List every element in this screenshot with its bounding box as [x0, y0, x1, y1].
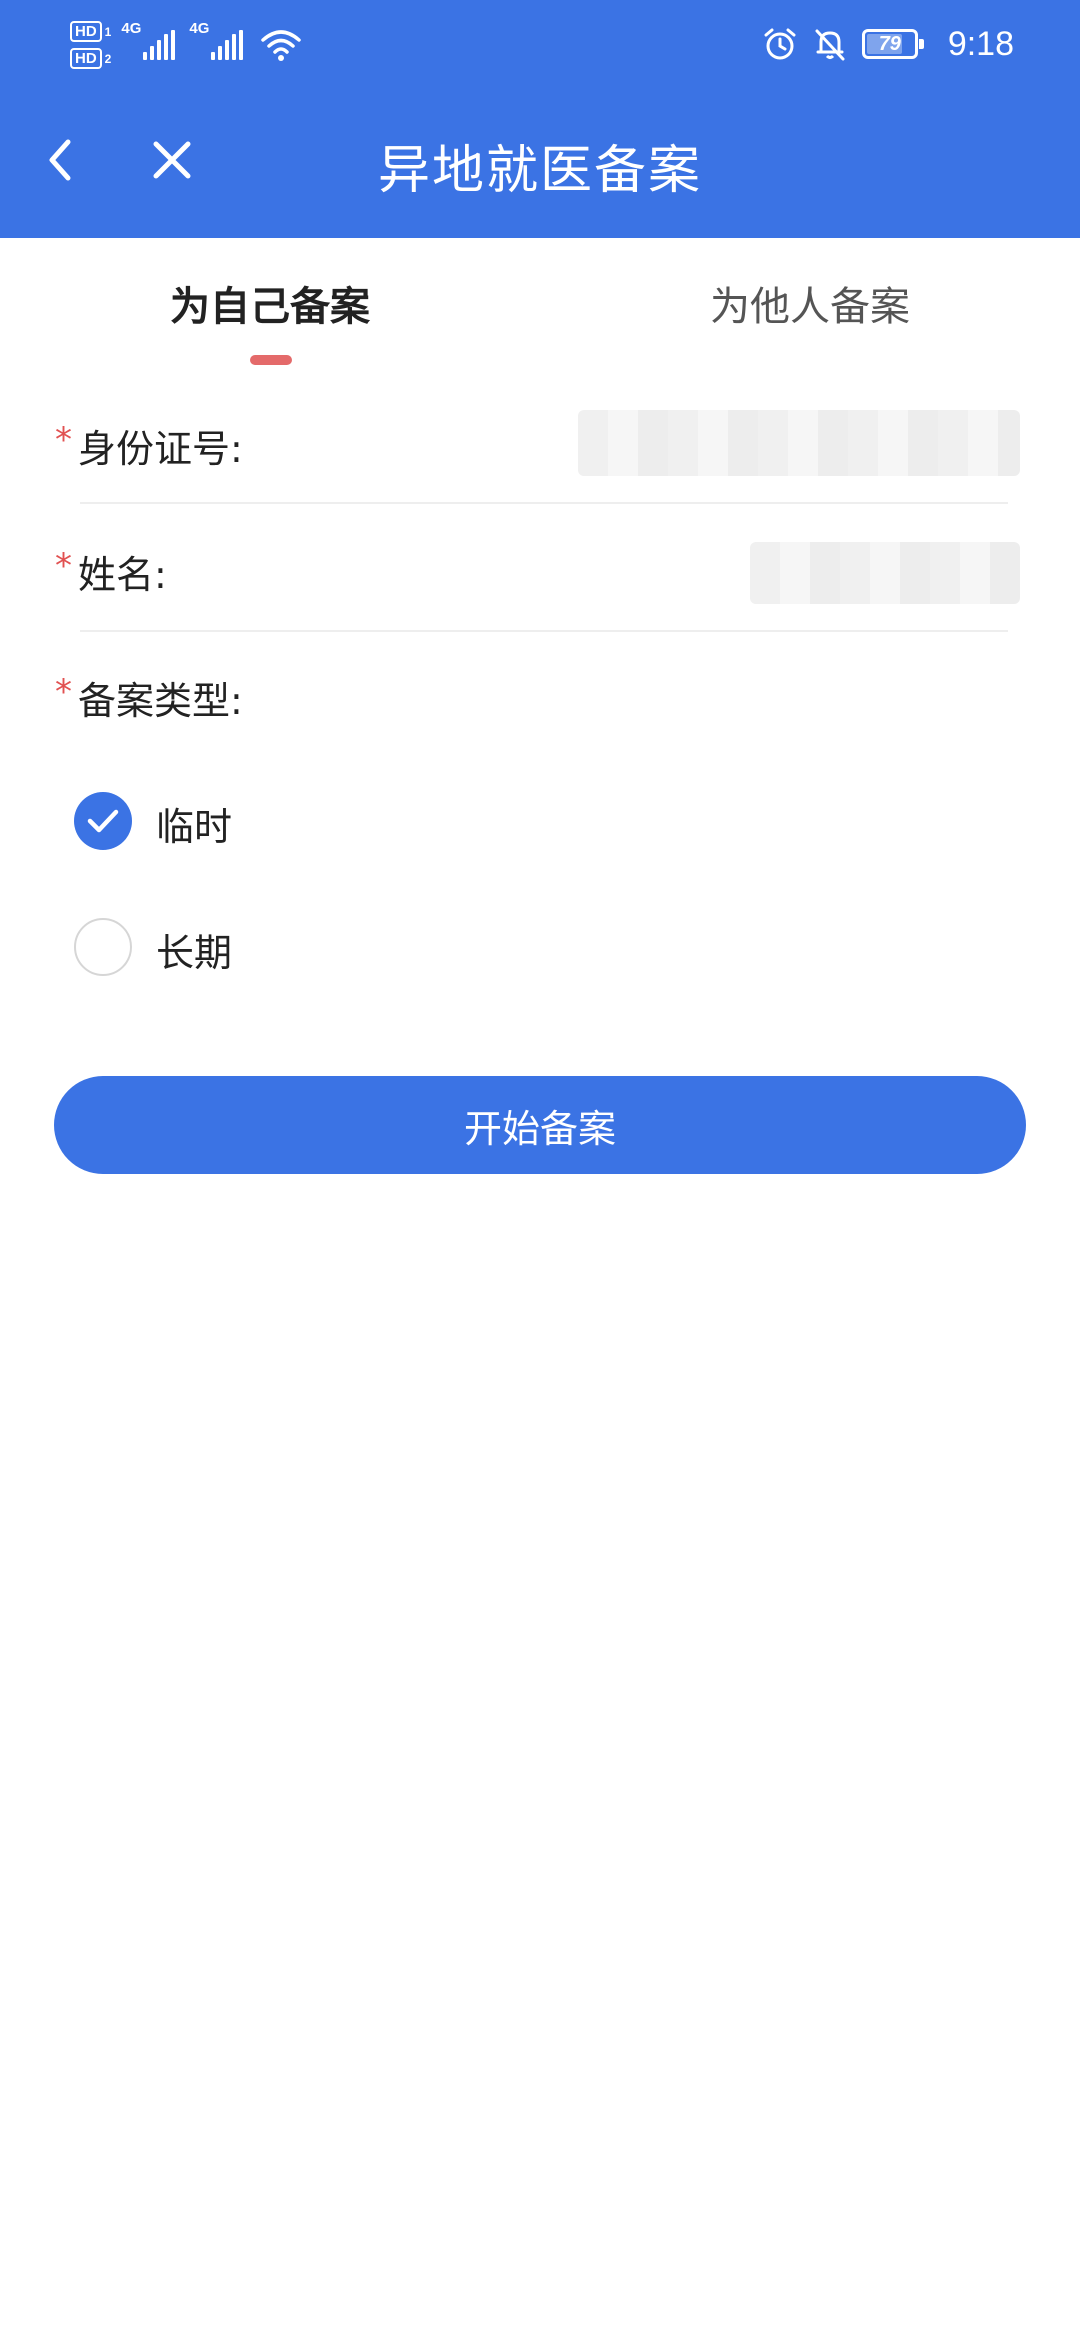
tab-for-self[interactable]: 为自己备案: [170, 274, 370, 332]
radio-label-temporary: 临时: [156, 805, 233, 849]
tab-bar: 为自己备案 为他人备案: [0, 238, 1080, 378]
divider: [80, 630, 1008, 632]
radio-label-long-term: 长期: [156, 931, 233, 975]
filing-type-label: 备案类型:: [78, 679, 243, 723]
hd-row-2: HD 2: [70, 48, 111, 69]
signal-icon: [211, 30, 244, 60]
id-number-row: * 身份证号:: [0, 400, 1080, 504]
hd-badge-1: HD: [70, 21, 102, 42]
radio-option-long-term[interactable]: 长期: [0, 908, 1080, 988]
status-bar-left: HD 1 HD 2 4G 4G: [70, 14, 302, 76]
hd-badge-2-sub: 2: [104, 51, 112, 66]
radio-unchecked[interactable]: [74, 918, 132, 976]
name-label: 姓名:: [78, 553, 167, 597]
required-mark: *: [55, 672, 72, 712]
wifi-icon: [261, 30, 302, 61]
hd-badge-2: HD: [70, 48, 102, 69]
tab-for-others[interactable]: 为他人备案: [710, 274, 910, 332]
network-type-1: 4G: [121, 20, 142, 37]
start-filing-button[interactable]: 开始备案: [54, 1076, 1026, 1174]
battery-icon: 79: [861, 29, 924, 59]
network-type-2: 4G: [189, 20, 210, 37]
page-title: 异地就医备案: [377, 141, 702, 201]
check-icon: [87, 809, 119, 833]
hd-badge-1-sub: 1: [104, 24, 112, 39]
required-mark: *: [55, 546, 72, 586]
status-bar-right: 79 9:18: [762, 0, 1014, 88]
radio-checked[interactable]: [74, 792, 132, 850]
hd-row-1: HD 1: [70, 21, 111, 42]
tab-active-indicator: [250, 355, 292, 365]
id-number-field[interactable]: [578, 410, 1020, 476]
required-mark: *: [55, 420, 72, 460]
page: HD 1 HD 2 4G 4G 79 9:18 异地就医备案 为自己备案 为他人…: [0, 0, 1080, 2340]
nav-bar: 异地就医备案: [0, 88, 1080, 238]
radio-option-temporary[interactable]: 临时: [0, 782, 1080, 862]
status-time: 9:18: [947, 24, 1014, 63]
bell-muted-icon: [815, 29, 845, 61]
status-bar: HD 1 HD 2 4G 4G 79 9:18: [0, 0, 1080, 88]
divider: [80, 502, 1008, 504]
filing-type-row: * 备案类型:: [0, 652, 1080, 732]
battery-level: 79: [878, 32, 901, 55]
id-number-label: 身份证号:: [78, 427, 243, 471]
signal-icon: [143, 30, 176, 60]
name-field[interactable]: [750, 542, 1020, 604]
alarm-icon: [764, 28, 796, 60]
hd-indicators: HD 1 HD 2: [70, 21, 111, 69]
name-row: * 姓名:: [0, 526, 1080, 632]
